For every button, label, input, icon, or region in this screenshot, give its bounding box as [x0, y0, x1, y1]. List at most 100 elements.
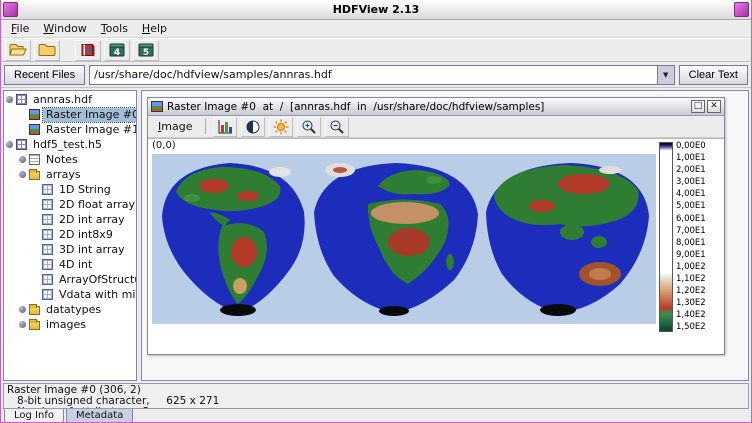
colorbar-label: 1,50E2: [676, 323, 706, 332]
frame-titlebar[interactable]: Raster Image #0 at / [annras.hdf in /usr…: [148, 98, 724, 116]
dataset-icon: [42, 199, 53, 210]
toolbar-separator: [63, 50, 72, 51]
tab-log-info[interactable]: Log Info: [4, 409, 64, 423]
colorbar-label: 1,10E2: [676, 275, 706, 284]
tree-item-notes[interactable]: Notes: [4, 152, 136, 167]
tree-item-vdata-mixed-type[interactable]: Vdata with mixed type: [4, 287, 136, 302]
palette-button[interactable]: [213, 117, 237, 137]
frame-close-button[interactable]: ✕: [707, 100, 721, 113]
hdf-file-icon: [16, 94, 27, 105]
file-path-combobox[interactable]: /usr/share/doc/hdfview/samples/annras.hd…: [89, 65, 675, 85]
hdf4-icon: 4: [109, 42, 125, 58]
tree-item-hdf5-test-h5[interactable]: hdf5_test.h5: [4, 137, 136, 152]
contrast-button[interactable]: [269, 117, 293, 137]
hdfview-window: HDFView 2.13 File Window Tools Help: [0, 0, 752, 423]
colorbar-label: 7,00E1: [676, 227, 706, 236]
status-panel: Raster Image #0 (306, 2) 8-bit unsigned …: [3, 383, 749, 409]
raster-image[interactable]: [152, 154, 656, 324]
hdf-file-icon: [16, 139, 27, 150]
bottom-tab-bar: Log Info Metadata: [1, 409, 751, 423]
colorbar-label: 9,00E1: [676, 251, 706, 260]
tree-item-1d-string[interactable]: 1D String: [4, 182, 136, 197]
tree-item-annras-hdf[interactable]: annras.hdf: [4, 92, 136, 107]
image-menu[interactable]: Image: [152, 119, 198, 134]
brightness-icon: [245, 119, 261, 135]
open-file-button[interactable]: [5, 40, 31, 61]
image-viewer-frame: Raster Image #0 at / [annras.hdf in /usr…: [147, 97, 725, 355]
frame-title: Raster Image #0 at / [annras.hdf in /usr…: [167, 101, 544, 113]
colorbar-label: 4,00E1: [676, 190, 706, 199]
palette-colorbar: [659, 142, 673, 332]
menu-window[interactable]: Window: [36, 20, 93, 37]
tree-expand-handle[interactable]: [19, 156, 26, 163]
tab-metadata[interactable]: Metadata: [66, 409, 133, 423]
combo-dropdown-arrow[interactable]: ▼: [657, 66, 674, 84]
frame-maximize-button[interactable]: □: [691, 100, 705, 113]
hdf5-icon: 5: [138, 42, 154, 58]
hdf5-library-button[interactable]: 5: [133, 40, 159, 61]
close-file-button[interactable]: [34, 40, 60, 61]
tree-item-4d-int[interactable]: 4D int: [4, 257, 136, 272]
raster-image-icon: [29, 109, 40, 120]
zoom-in-icon: [301, 119, 317, 135]
tree-item-3d-int-array[interactable]: 3D int array: [4, 242, 136, 257]
file-path-value: /usr/share/doc/hdfview/samples/annras.hd…: [90, 68, 657, 81]
hdf4-library-button[interactable]: 4: [104, 40, 130, 61]
main-toolbar: 4 5: [1, 38, 751, 62]
palette-chart-icon: [217, 119, 233, 135]
tree-item-2d-float-array[interactable]: 2D float array: [4, 197, 136, 212]
help-button[interactable]: [75, 40, 101, 61]
dataset-icon: [42, 214, 53, 225]
tree-item-datatypes[interactable]: datatypes: [4, 302, 136, 317]
toolbar-separator: [205, 119, 206, 134]
colorbar-label: 1,20E2: [676, 287, 706, 296]
colorbar-label: 6,00E1: [676, 215, 706, 224]
menubar: File Window Tools Help: [1, 20, 751, 38]
zoom-in-button[interactable]: [297, 117, 321, 137]
tree-item-arrayofstructures[interactable]: ArrayOfStructures: [4, 272, 136, 287]
dataset-icon: [42, 259, 53, 270]
menu-file[interactable]: File: [4, 20, 36, 37]
menu-tools[interactable]: Tools: [94, 20, 135, 37]
colorbar-label: 5,00E1: [676, 202, 706, 211]
svg-text:5: 5: [143, 48, 149, 58]
window-titlebar[interactable]: HDFView 2.13: [1, 0, 751, 20]
window-title: HDFView 2.13: [333, 3, 420, 16]
tree-expand-handle[interactable]: [19, 306, 26, 313]
tree-expand-handle[interactable]: [6, 141, 13, 148]
folder-icon: [29, 321, 40, 330]
colorbar-label: 1,40E2: [676, 311, 706, 320]
tree-expand-handle[interactable]: [6, 96, 13, 103]
dataset-icon: [42, 244, 53, 255]
tree-expand-handle[interactable]: [19, 171, 26, 178]
palette-labels: 0,00E0 1,00E1 2,00E1 3,00E1 4,00E1 5,00E…: [676, 142, 706, 332]
window-close-button[interactable]: [734, 2, 749, 17]
colorbar-label: 3,00E1: [676, 178, 706, 187]
raster-image-icon: [29, 124, 40, 135]
tree-item-raster-image-1[interactable]: Raster Image #1: [4, 122, 136, 137]
menu-help[interactable]: Help: [135, 20, 174, 37]
recent-files-button[interactable]: Recent Files: [4, 65, 85, 85]
zoom-out-button[interactable]: [325, 117, 349, 137]
clear-text-button[interactable]: Clear Text: [679, 65, 748, 85]
colorbar-label: 1,00E1: [676, 154, 706, 163]
tree-item-images[interactable]: images: [4, 317, 136, 332]
window-menu-button[interactable]: [3, 2, 18, 17]
zoom-out-icon: [329, 119, 345, 135]
tree-item-raster-image-0[interactable]: Raster Image #0: [4, 107, 136, 122]
image-area: 0,00E0 1,00E1 2,00E1 3,00E1 4,00E1 5,00E…: [148, 152, 724, 354]
palette-legend: 0,00E0 1,00E1 2,00E1 3,00E1 4,00E1 5,00E…: [659, 142, 706, 332]
colorbar-label: 1,30E2: [676, 299, 706, 308]
sun-icon: [273, 119, 289, 135]
tree-expand-handle[interactable]: [19, 321, 26, 328]
brightness-button[interactable]: [241, 117, 265, 137]
folder-icon: [29, 306, 40, 315]
file-tree: annras.hdf Raster Image #0 Raster Image …: [3, 90, 137, 381]
closed-folder-icon: [38, 43, 56, 57]
tree-item-arrays[interactable]: arrays: [4, 167, 136, 182]
svg-text:4: 4: [114, 48, 120, 58]
colorbar-label: 0,00E0: [676, 142, 706, 151]
tree-item-2d-int-array[interactable]: 2D int array: [4, 212, 136, 227]
pixel-coordinates: (0,0): [148, 139, 724, 152]
tree-item-2d-int8x9[interactable]: 2D int8x9: [4, 227, 136, 242]
